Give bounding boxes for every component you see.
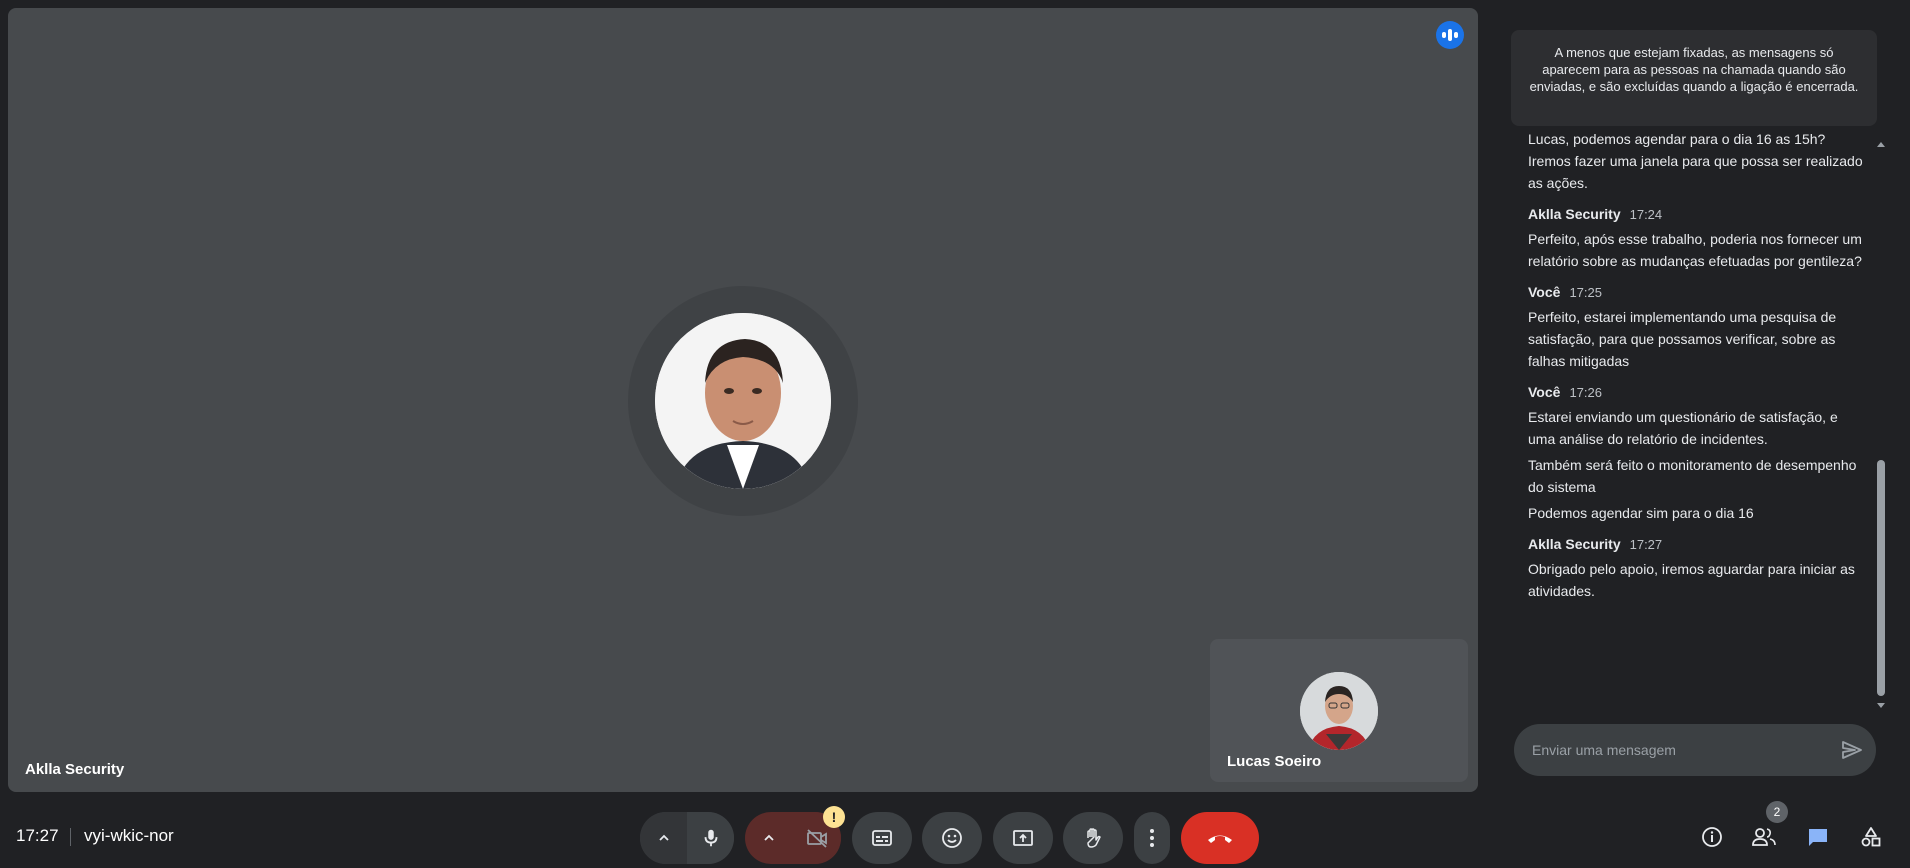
reactions-button[interactable]: [922, 812, 982, 864]
chat-message-group: Aklla Security 17:27 Obrigado pelo apoio…: [1528, 536, 1863, 602]
message-time: 17:26: [1569, 385, 1602, 400]
message-sender: Você: [1528, 284, 1561, 300]
chat-icon: [1809, 829, 1827, 846]
meeting-code: vyi-wkic-nor: [84, 826, 174, 845]
self-avatar: [1300, 672, 1378, 750]
emoji-icon: [942, 828, 962, 848]
info-icon: [1702, 827, 1722, 847]
microphone-button[interactable]: [687, 812, 734, 864]
scroll-up-icon[interactable]: [1877, 142, 1885, 147]
self-participant-name: Lucas Soeiro: [1227, 753, 1322, 770]
scroll-down-icon[interactable]: [1877, 703, 1885, 708]
chat-message-list[interactable]: Lucas, podemos agendar para o dia 16 as …: [1528, 128, 1863, 708]
chat-panel: A menos que estejam fixadas, as mensagen…: [1494, 8, 1902, 792]
chat-message: Podemos agendar sim para o dia 16: [1528, 505, 1754, 521]
message-sender: Aklla Security: [1528, 536, 1621, 552]
chat-message-group: Você 17:25 Perfeito, estarei implementan…: [1528, 284, 1863, 372]
chat-message: Obrigado pelo apoio, iremos aguardar par…: [1528, 561, 1855, 599]
present-screen-icon: [1013, 830, 1033, 846]
main-video-stage[interactable]: Aklla Security Lucas Soeiro: [8, 8, 1478, 792]
self-view-tile[interactable]: Lucas Soeiro: [1210, 639, 1468, 782]
leave-call-button[interactable]: [1181, 812, 1259, 864]
camera-off-icon: [807, 829, 827, 848]
chat-message: Também será feito o monitoramento de des…: [1528, 457, 1857, 495]
captions-button[interactable]: [852, 812, 912, 864]
audio-options-button[interactable]: [640, 812, 687, 864]
more-options-button[interactable]: [1134, 812, 1170, 864]
camera-control-group: !: [745, 806, 845, 864]
clock: 17:27: [16, 826, 59, 845]
main-participant-avatar-ring: [628, 286, 858, 516]
chat-message-input[interactable]: [1532, 724, 1822, 776]
present-screen-button[interactable]: [993, 812, 1053, 864]
meeting-details-button[interactable]: [1697, 822, 1727, 852]
chat-button[interactable]: [1803, 822, 1833, 852]
camera-warning-badge: !: [823, 806, 845, 828]
main-participant-avatar: [655, 313, 831, 489]
chat-message: Perfeito, após esse trabalho, poderia no…: [1528, 231, 1862, 269]
chat-message: Perfeito, estarei implementando uma pesq…: [1528, 309, 1837, 369]
raise-hand-button[interactable]: [1063, 812, 1123, 864]
message-time: 17:27: [1629, 537, 1663, 552]
video-options-button[interactable]: [745, 812, 793, 864]
scrollbar-thumb[interactable]: [1877, 460, 1885, 696]
people-button[interactable]: [1749, 822, 1779, 852]
chat-message: Estarei enviando um questionário de sati…: [1528, 409, 1838, 447]
message-sender: Aklla Security: [1528, 206, 1621, 222]
more-vert-icon: [1150, 829, 1154, 847]
bottom-control-bar: 17:27 vyi-wkic-nor !: [0, 800, 1910, 868]
chat-scrollbar[interactable]: [1875, 140, 1887, 708]
hand-icon: [1087, 828, 1101, 848]
hang-up-icon: [1208, 835, 1232, 843]
activities-icon: [1861, 827, 1881, 847]
chat-notice: A menos que estejam fixadas, as mensagen…: [1511, 30, 1877, 126]
chat-message-group: Aklla Security 17:24 Perfeito, após esse…: [1528, 206, 1863, 272]
microphone-control-group: [640, 812, 734, 864]
chevron-up-icon: [764, 834, 774, 841]
activities-button[interactable]: [1856, 822, 1886, 852]
message-time: 17:25: [1569, 285, 1602, 300]
chat-message-group: Você 17:26 Estarei enviando um questioná…: [1528, 384, 1863, 524]
message-time: 17:24: [1629, 207, 1663, 222]
microphone-icon: [704, 829, 717, 847]
message-sender: Você: [1528, 384, 1561, 400]
chat-message: Lucas, podemos agendar para o dia 16 as …: [1528, 131, 1863, 191]
captions-icon: [872, 830, 892, 846]
send-icon[interactable]: [1840, 738, 1864, 762]
chevron-up-icon: [658, 834, 669, 841]
divider: [70, 828, 71, 846]
people-count-badge: 2: [1766, 801, 1788, 823]
chat-message-group: Lucas, podemos agendar para o dia 16 as …: [1528, 128, 1863, 194]
main-participant-name: Aklla Security: [25, 761, 125, 778]
speaking-indicator-icon: [1436, 21, 1464, 49]
people-icon: [1752, 828, 1776, 846]
chat-input-box: [1514, 724, 1876, 776]
